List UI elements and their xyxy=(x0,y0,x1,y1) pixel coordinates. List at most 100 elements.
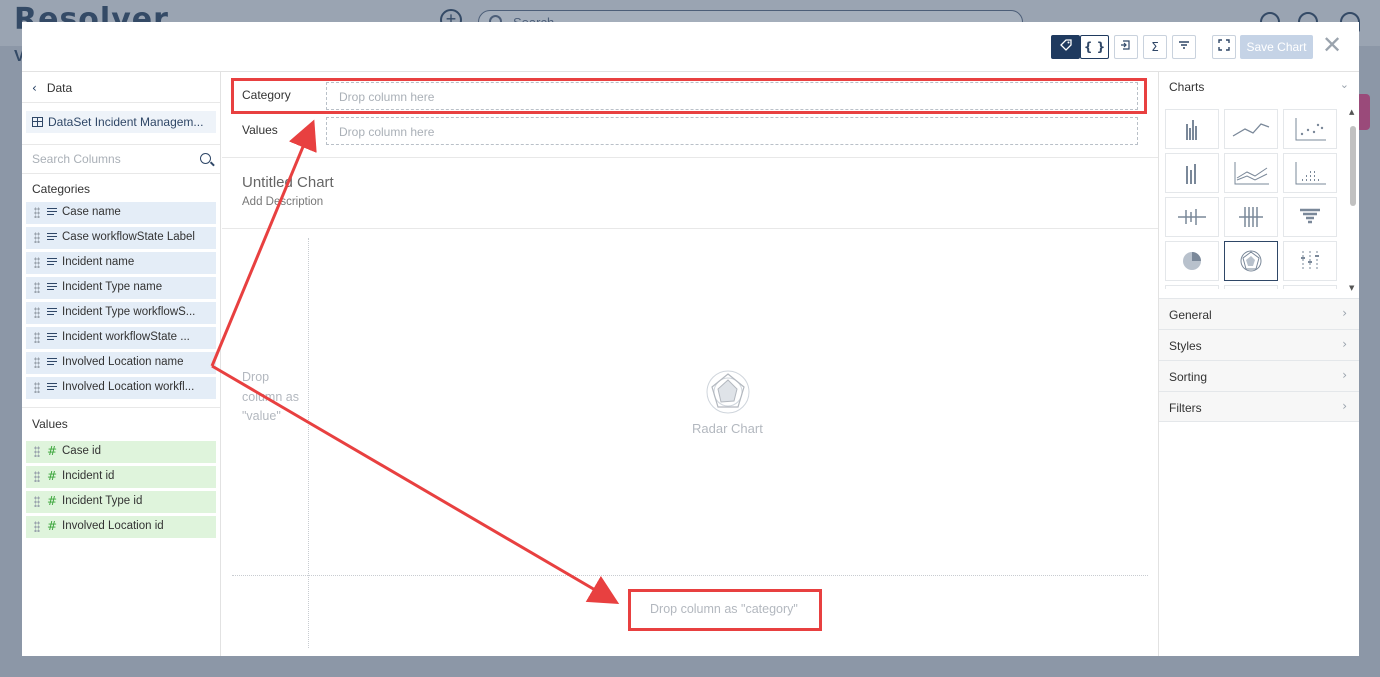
column-label: Incident name xyxy=(62,256,135,268)
chevron-right-icon: › xyxy=(1342,337,1347,351)
chart-grid-scrollbar[interactable]: ▲ ▼ xyxy=(1349,108,1357,292)
section-label: Sorting xyxy=(1169,370,1208,384)
filters-section[interactable]: Filters › xyxy=(1159,391,1359,422)
radar-chart-option[interactable] xyxy=(1224,241,1278,281)
column-label: Case id xyxy=(62,445,101,457)
general-section[interactable]: General › xyxy=(1159,298,1359,329)
text-field-icon xyxy=(47,208,57,217)
text-field-icon xyxy=(47,233,57,242)
section-label: General xyxy=(1169,308,1212,322)
table-icon xyxy=(32,117,43,127)
scroll-up-icon[interactable]: ▲ xyxy=(1349,108,1354,116)
category-column[interactable]: Case workflowState Label xyxy=(26,227,216,249)
stacked-bar-icon[interactable] xyxy=(1165,153,1219,193)
scrollbar-thumb[interactable] xyxy=(1350,126,1356,206)
save-chart-button[interactable]: Save Chart xyxy=(1240,35,1313,59)
drag-handle-icon[interactable] xyxy=(34,282,40,293)
dataset-label: DataSet Incident Managem... xyxy=(48,115,204,129)
category-column[interactable]: Incident Type name xyxy=(26,277,216,299)
filter-icon xyxy=(1179,41,1189,49)
filter-button[interactable] xyxy=(1172,35,1196,59)
pie-chart-icon[interactable] xyxy=(1165,241,1219,281)
chart-description[interactable]: Add Description xyxy=(242,196,323,208)
box-plot-icon[interactable] xyxy=(1283,241,1337,281)
drag-handle-icon[interactable] xyxy=(34,257,40,268)
value-axis-drop-zone[interactable]: Drop column as "value" xyxy=(242,368,302,427)
search-columns-input[interactable] xyxy=(32,152,192,166)
fullscreen-icon xyxy=(1218,39,1230,51)
chart-options-panel: Charts ⌄ ▲ ▼ General › Styles › Sorting … xyxy=(1158,72,1359,656)
stacked-horizontal-icon[interactable] xyxy=(1224,197,1278,237)
categories-heading: Categories xyxy=(32,182,91,196)
text-field-icon xyxy=(47,333,57,342)
category-column[interactable]: Incident workflowState ... xyxy=(26,327,216,349)
value-column[interactable]: # Case id xyxy=(26,441,216,463)
value-column[interactable]: # Incident id xyxy=(26,466,216,488)
category-column[interactable]: Involved Location workfl... xyxy=(26,377,216,399)
close-icon[interactable]: ✕ xyxy=(1322,33,1342,57)
fullscreen-button[interactable] xyxy=(1212,35,1236,59)
styles-section[interactable]: Styles › xyxy=(1159,329,1359,360)
charts-section-header[interactable]: Charts ⌄ xyxy=(1159,72,1359,102)
drag-handle-icon[interactable] xyxy=(34,232,40,243)
chart-title[interactable]: Untitled Chart xyxy=(242,174,334,191)
funnel-icon[interactable] xyxy=(1283,197,1337,237)
tag-button[interactable] xyxy=(1051,35,1080,59)
dataset-selector[interactable]: DataSet Incident Managem... xyxy=(26,111,216,133)
category-column[interactable]: Incident name xyxy=(26,252,216,274)
sorting-section[interactable]: Sorting › xyxy=(1159,360,1359,391)
search-icon[interactable] xyxy=(200,153,211,164)
chart-editor-modal: { } Σ Save Chart ✕ ‹ Data DataSet Inciden… xyxy=(22,22,1359,656)
drag-handle-icon[interactable] xyxy=(34,382,40,393)
value-column[interactable]: # Involved Location id xyxy=(26,516,216,538)
text-field-icon xyxy=(47,283,57,292)
number-field-icon: # xyxy=(47,444,58,458)
section-label: Styles xyxy=(1169,339,1202,353)
data-back-label: Data xyxy=(46,81,73,95)
drag-handle-icon[interactable] xyxy=(34,207,40,218)
text-field-icon xyxy=(47,258,57,267)
category-column[interactable]: Involved Location name xyxy=(26,352,216,374)
drag-handle-icon[interactable] xyxy=(34,307,40,318)
column-label: Case name xyxy=(62,206,121,218)
code-button[interactable]: { } xyxy=(1080,35,1109,59)
number-field-icon: # xyxy=(47,494,58,508)
drag-handle-icon[interactable] xyxy=(34,446,40,457)
export-button[interactable] xyxy=(1114,35,1138,59)
multi-line-icon[interactable] xyxy=(1224,153,1278,193)
text-field-icon xyxy=(47,358,57,367)
drag-handle-icon[interactable] xyxy=(34,332,40,343)
modal-toolbar: { } Σ Save Chart ✕ xyxy=(22,22,1359,72)
category-highlight-box xyxy=(231,78,1147,114)
chart-type-partial[interactable] xyxy=(1165,285,1219,289)
chevron-right-icon: › xyxy=(1342,399,1347,413)
drag-handle-icon[interactable] xyxy=(34,471,40,482)
horizontal-bar-icon[interactable] xyxy=(1165,197,1219,237)
bar-chart-icon[interactable] xyxy=(1165,109,1219,149)
text-field-icon xyxy=(47,383,57,392)
divider xyxy=(222,157,1158,158)
aggregate-button[interactable]: Σ xyxy=(1143,35,1167,59)
data-back-link[interactable]: ‹ Data xyxy=(22,72,220,103)
dot-matrix-icon[interactable] xyxy=(1283,153,1337,193)
drag-handle-icon[interactable] xyxy=(34,357,40,368)
drag-handle-icon[interactable] xyxy=(34,496,40,507)
scatter-chart-icon[interactable] xyxy=(1283,109,1337,149)
category-column[interactable]: Incident Type workflowS... xyxy=(26,302,216,324)
chart-type-partial[interactable] xyxy=(1224,285,1278,289)
export-icon xyxy=(1121,40,1130,50)
values-drop-zone[interactable]: Drop column here xyxy=(326,117,1138,145)
radar-chart-icon xyxy=(706,370,750,414)
line-chart-icon[interactable] xyxy=(1224,109,1278,149)
chevron-right-icon: › xyxy=(1342,368,1347,382)
number-field-icon: # xyxy=(47,519,58,533)
column-label: Incident Type workflowS... xyxy=(62,306,196,318)
drag-handle-icon[interactable] xyxy=(34,521,40,532)
chart-type-partial[interactable] xyxy=(1283,285,1337,289)
column-label: Case workflowState Label xyxy=(62,231,195,243)
values-list: # Case id # Incident id # Incident Type id … xyxy=(22,441,220,538)
value-column[interactable]: # Incident Type id xyxy=(26,491,216,513)
scroll-down-icon[interactable]: ▼ xyxy=(1349,284,1354,292)
category-column[interactable]: Case name xyxy=(26,202,216,224)
charts-heading: Charts xyxy=(1169,80,1205,94)
